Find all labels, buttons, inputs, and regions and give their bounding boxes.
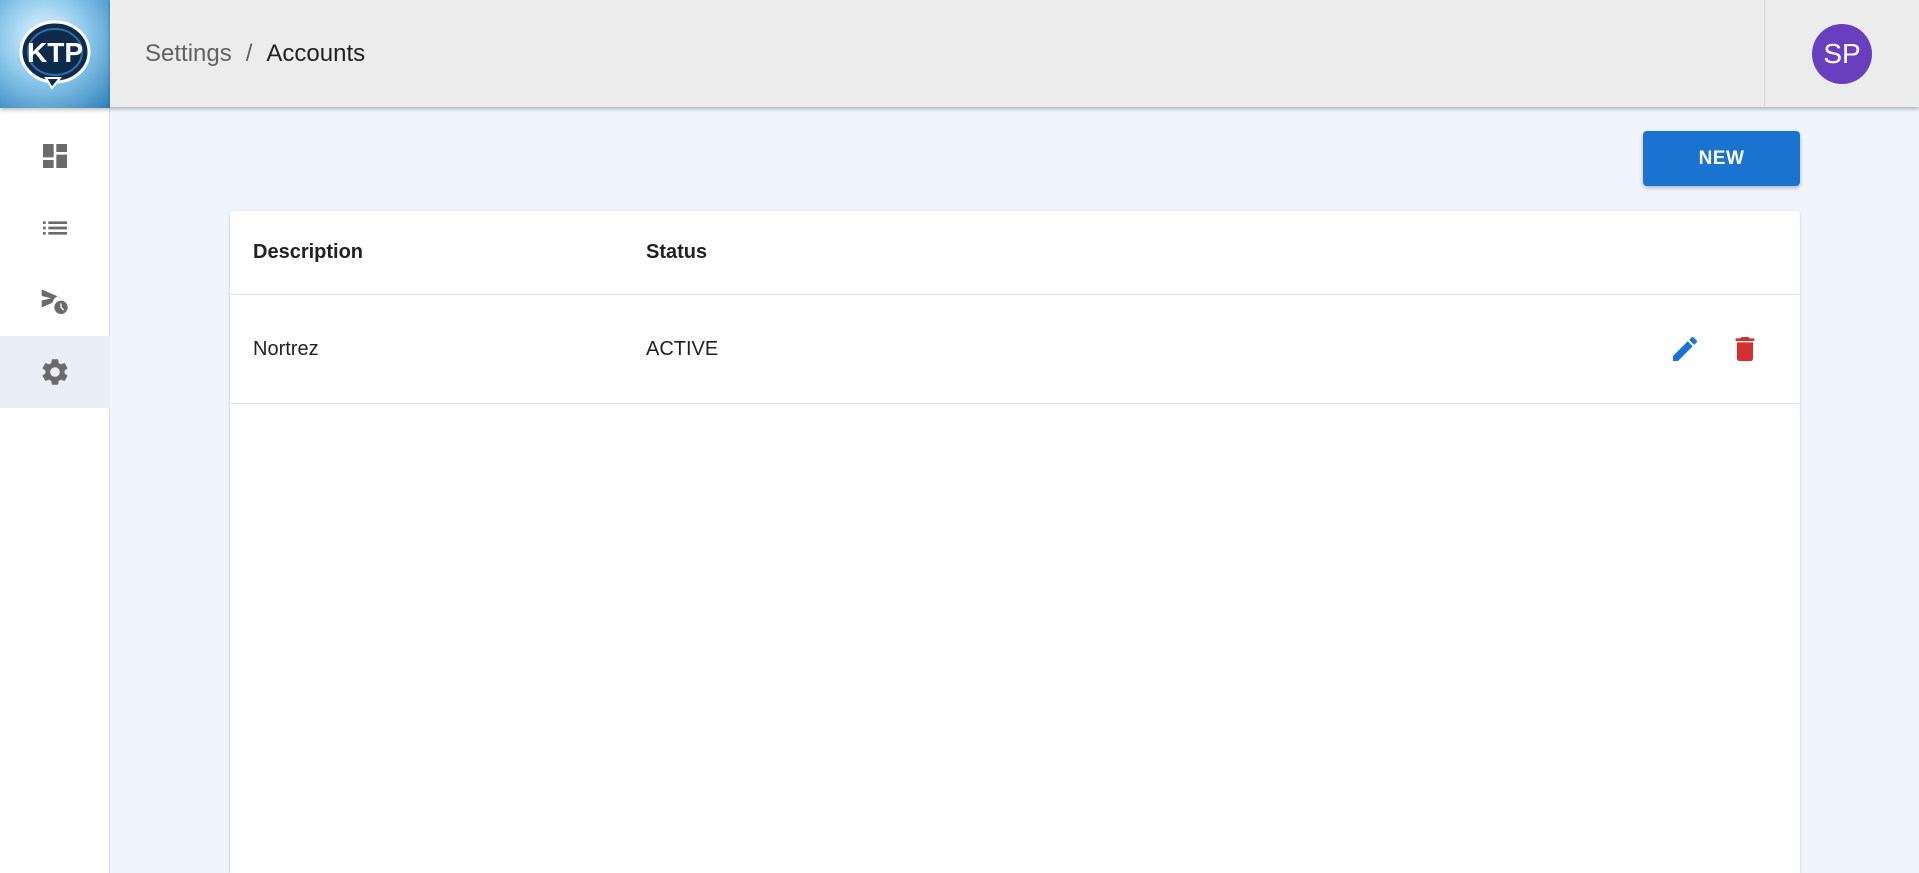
accounts-table: Description Status Nortrez ACTIVE — [230, 211, 1800, 873]
trash-icon — [1735, 337, 1755, 361]
sidebar-item-scheduled[interactable] — [0, 264, 110, 336]
pencil-icon — [1673, 336, 1698, 361]
row-actions — [1668, 332, 1762, 366]
scheduled-send-icon — [41, 289, 68, 314]
header-user-area: SP — [1764, 0, 1919, 107]
edit-button[interactable] — [1668, 332, 1702, 366]
sidebar-item-settings[interactable] — [0, 336, 110, 408]
sidebar: KTP — [0, 0, 110, 873]
column-header-description[interactable]: Description — [253, 241, 363, 264]
cell-description: Nortrez — [253, 337, 319, 360]
logo-text: KTP — [27, 37, 83, 68]
ktp-logo-icon: KTP — [19, 20, 91, 90]
breadcrumb-accounts: Accounts — [266, 39, 366, 67]
delete-button[interactable] — [1728, 332, 1762, 366]
sidebar-nav — [0, 120, 110, 408]
table-row[interactable]: Nortrez ACTIVE — [230, 295, 1800, 404]
app-logo[interactable]: KTP — [0, 0, 110, 108]
cell-status: ACTIVE — [646, 337, 719, 360]
app-root: KTP Settings / Accounts SP NEW Descripti… — [0, 0, 1919, 873]
new-account-button[interactable]: NEW — [1643, 131, 1800, 186]
sidebar-item-list[interactable] — [0, 192, 110, 264]
sidebar-item-dashboard[interactable] — [0, 120, 110, 192]
column-header-status[interactable]: Status — [646, 241, 707, 264]
dashboard-icon — [43, 144, 67, 168]
list-icon — [43, 221, 67, 235]
breadcrumb-settings[interactable]: Settings — [145, 40, 232, 68]
breadcrumb-separator: / — [245, 39, 253, 67]
gear-icon — [42, 359, 68, 385]
table-header: Description Status — [230, 211, 1800, 295]
breadcrumb: Settings / Accounts — [145, 40, 365, 68]
top-header: Settings / Accounts SP — [110, 0, 1919, 107]
avatar[interactable]: SP — [1812, 23, 1872, 84]
